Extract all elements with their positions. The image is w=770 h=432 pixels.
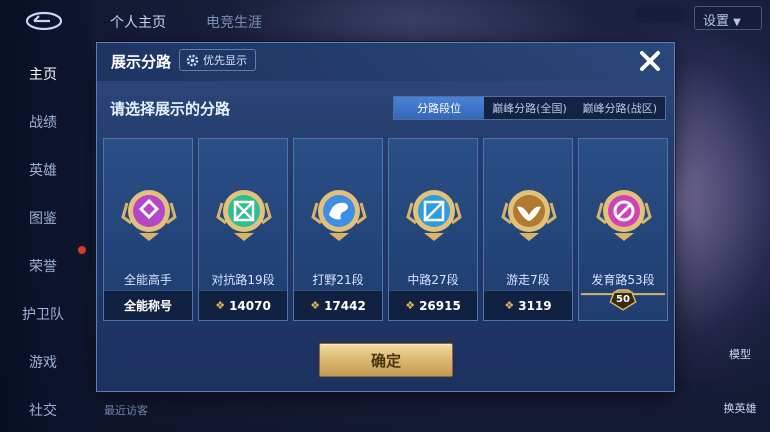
rank-star-count: 50 bbox=[616, 293, 630, 305]
lane-stat: ❖ 26915 bbox=[389, 290, 477, 320]
lane-name: 对抗路19段 bbox=[211, 273, 275, 287]
lane-stat: ❖ 17442 bbox=[294, 290, 382, 320]
notification-dot bbox=[78, 246, 86, 254]
lane-display-dialog: 展示分路 优先显示 请选择展示的分路 分路段位 巅峰分路(全国) 巅峰分路(战区… bbox=[96, 42, 675, 392]
lane-stat: 50 bbox=[579, 287, 667, 311]
lane-stat: 全能称号 bbox=[104, 290, 192, 320]
nav-item-heroes[interactable]: 英雄 bbox=[0, 160, 86, 180]
level-badge bbox=[636, 5, 684, 23]
lane-card-clash[interactable]: 对抗路19段 ❖ 14070 bbox=[198, 138, 288, 321]
top-bar: 个人主页 电竞生涯 设置 ▼ bbox=[92, 0, 770, 40]
close-icon[interactable] bbox=[636, 47, 664, 75]
lane-card-jungle[interactable]: 打野21段 ❖ 17442 bbox=[293, 138, 383, 321]
change-hero-button[interactable]: 换英雄 bbox=[718, 400, 762, 416]
lane-name: 打野21段 bbox=[312, 273, 364, 287]
priority-display-label: 优先显示 bbox=[203, 54, 247, 67]
lane-cards: 全能高手 全能称号 对抗路19段 ❖ 14070 打野21段 ❖ 17442 中… bbox=[103, 138, 670, 321]
lane-card-roam[interactable]: 游走7段 ❖ 3119 bbox=[483, 138, 573, 321]
clash-lane-emblem-icon bbox=[216, 190, 272, 241]
nav-item-home[interactable]: 主页 bbox=[0, 64, 86, 84]
lane-score: 全能称号 bbox=[123, 299, 172, 313]
lane-name: 中路27段 bbox=[407, 273, 459, 287]
lane-card-mid[interactable]: 中路27段 ❖ 26915 bbox=[388, 138, 478, 321]
rank-mark-icon: ❖ bbox=[215, 299, 226, 312]
lane-tabs: 分路段位 巅峰分路(全国) 巅峰分路(战区) bbox=[393, 96, 666, 120]
settings-label: 设置 bbox=[703, 14, 730, 29]
tab-lane-rank[interactable]: 分路段位 bbox=[394, 97, 485, 119]
lane-name: 发育路53段 bbox=[591, 273, 655, 287]
confirm-button[interactable]: 确定 bbox=[319, 343, 453, 377]
jungle-emblem-icon bbox=[311, 190, 367, 241]
nav-item-guard-team[interactable]: 护卫队 bbox=[0, 304, 86, 324]
nav-item-honor[interactable]: 荣誉 bbox=[0, 256, 86, 276]
lane-score: 26915 bbox=[419, 298, 461, 313]
roam-emblem-icon bbox=[501, 190, 557, 241]
model-button[interactable]: 模型 bbox=[718, 346, 762, 362]
rank-mark-icon: ❖ bbox=[504, 299, 515, 312]
nav-item-record[interactable]: 战绩 bbox=[0, 112, 86, 132]
chevron-down-icon: ▼ bbox=[733, 17, 741, 28]
lane-name: 全能高手 bbox=[123, 273, 172, 287]
mid-lane-emblem-icon bbox=[406, 190, 462, 241]
tab-peak-national[interactable]: 巅峰分路(全国) bbox=[484, 97, 574, 119]
lane-stat: ❖ 14070 bbox=[199, 290, 287, 320]
lane-stat: ❖ 3119 bbox=[484, 290, 572, 320]
change-hero-label: 换英雄 bbox=[723, 402, 757, 415]
recent-visitors[interactable]: 最近访客 bbox=[104, 402, 148, 418]
dialog-title: 展示分路 bbox=[111, 53, 172, 71]
back-icon[interactable] bbox=[24, 10, 64, 32]
lane-score: 14070 bbox=[229, 298, 271, 313]
priority-display-button[interactable]: 优先显示 bbox=[179, 49, 256, 71]
lane-score: 17442 bbox=[324, 298, 366, 313]
gear-icon bbox=[186, 54, 199, 66]
nav-item-games[interactable]: 游戏 bbox=[0, 352, 86, 372]
lane-name: 游走7段 bbox=[506, 273, 550, 287]
lane-card-allround[interactable]: 全能高手 全能称号 bbox=[103, 138, 193, 321]
select-lane-prompt: 请选择展示的分路 bbox=[110, 100, 231, 118]
rank-mark-icon: ❖ bbox=[405, 299, 416, 312]
tab-peak-region[interactable]: 巅峰分路(战区) bbox=[575, 97, 665, 119]
tab-esports-career[interactable]: 电竞生涯 bbox=[206, 12, 262, 32]
nav-item-codex[interactable]: 图鉴 bbox=[0, 208, 86, 228]
recent-visitors-label: 最近访客 bbox=[104, 404, 148, 417]
allround-emblem-icon bbox=[121, 190, 177, 241]
model-label: 模型 bbox=[729, 348, 751, 361]
settings-button[interactable]: 设置 ▼ bbox=[694, 6, 762, 30]
tab-profile[interactable]: 个人主页 bbox=[110, 12, 166, 32]
farm-lane-emblem-icon bbox=[596, 190, 652, 241]
lane-card-farm[interactable]: 发育路53段 50 bbox=[578, 138, 668, 321]
nav-item-social[interactable]: 社交 bbox=[0, 400, 86, 420]
lane-score: 3119 bbox=[518, 298, 552, 313]
rank-mark-icon: ❖ bbox=[310, 299, 321, 312]
confirm-label: 确定 bbox=[370, 351, 401, 370]
left-nav: 主页 战绩 英雄 图鉴 荣誉 护卫队 游戏 社交 bbox=[0, 0, 92, 432]
